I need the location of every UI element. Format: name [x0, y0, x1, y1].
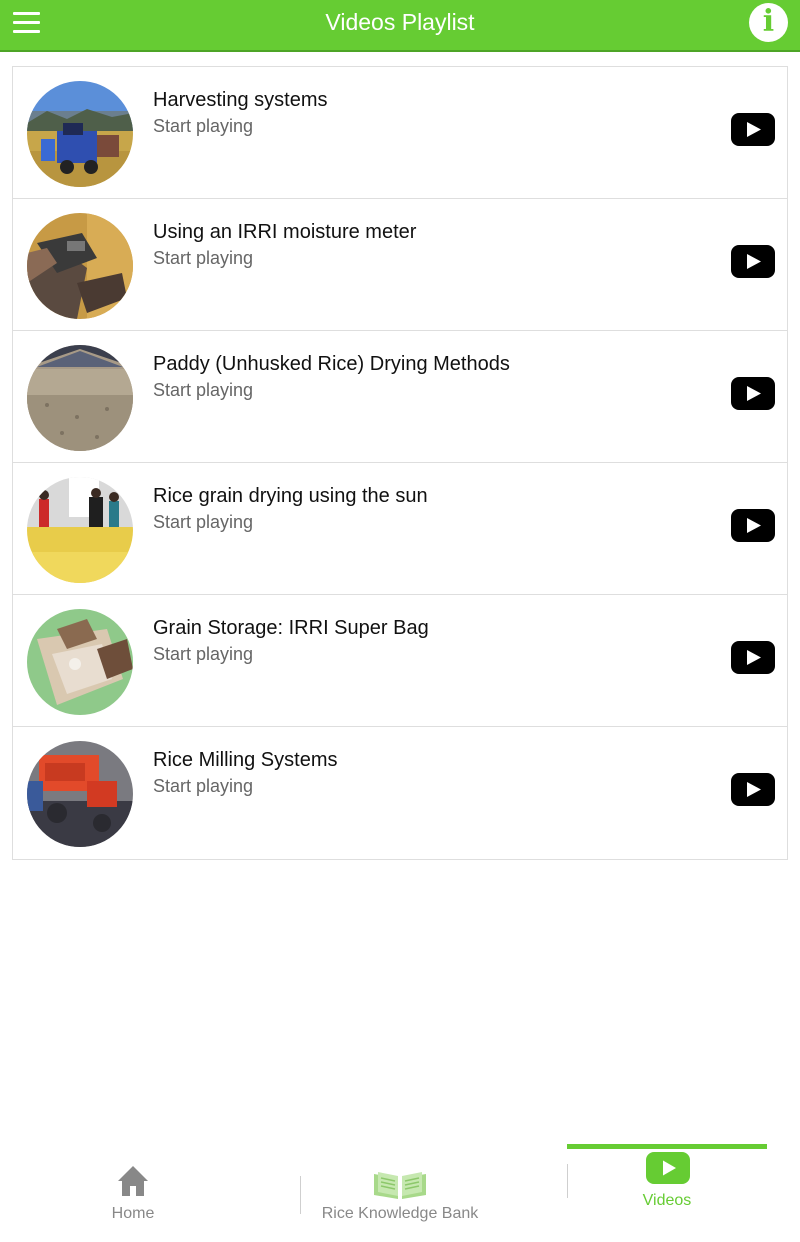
info-icon[interactable]: i — [749, 3, 788, 42]
video-thumbnail-sun-drying — [27, 477, 133, 583]
playlist-item[interactable]: Rice Milling Systems Start playing — [13, 727, 787, 859]
youtube-play-icon[interactable] — [731, 377, 775, 410]
video-title: Harvesting systems — [153, 89, 328, 111]
video-subtitle: Start playing — [153, 248, 254, 268]
tab-home[interactable]: Home — [0, 1142, 266, 1242]
open-book-icon — [374, 1172, 426, 1199]
tab-rice-knowledge-bank-label: Rice Knowledge Bank — [321, 1205, 479, 1222]
video-subtitle: Start playing — [153, 644, 254, 664]
video-subtitle: Start playing — [153, 116, 254, 136]
youtube-play-icon[interactable] — [731, 509, 775, 542]
youtube-play-icon — [646, 1152, 690, 1184]
youtube-play-icon[interactable] — [731, 113, 775, 146]
video-subtitle: Start playing — [153, 512, 254, 532]
tab-videos[interactable]: Videos — [567, 1142, 767, 1242]
video-thumbnail-paddy-grain — [27, 345, 133, 451]
video-thumbnail-rice-mill — [27, 741, 133, 847]
app-root: Videos Playlist i Harvesting systems Sta… — [0, 0, 800, 1242]
video-playlist: Harvesting systems Start playing Using a — [12, 66, 788, 860]
video-thumbnail-moisture-meter — [27, 213, 133, 319]
youtube-play-icon[interactable] — [731, 641, 775, 674]
video-title: Grain Storage: IRRI Super Bag — [153, 617, 429, 639]
playlist-item[interactable]: Using an IRRI moisture meter Start playi… — [13, 199, 787, 331]
tab-home-label: Home — [111, 1205, 155, 1222]
page-title: Videos Playlist — [325, 9, 475, 35]
playlist-item[interactable]: Harvesting systems Start playing — [13, 67, 787, 199]
youtube-play-icon[interactable] — [731, 773, 775, 806]
video-title: Rice grain drying using the sun — [153, 485, 428, 507]
home-icon — [118, 1166, 148, 1196]
tab-videos-label: Videos — [642, 1192, 692, 1209]
playlist-item[interactable]: Grain Storage: IRRI Super Bag Start play… — [13, 595, 787, 727]
video-title: Paddy (Unhusked Rice) Drying Methods — [153, 353, 510, 375]
bottom-navigation: Home Rice Knowledge Bank Videos — [0, 1142, 800, 1242]
video-thumbnail-harvester — [27, 81, 133, 187]
video-subtitle: Start playing — [153, 380, 254, 400]
video-thumbnail-super-bag — [27, 609, 133, 715]
tab-rice-knowledge-bank[interactable]: Rice Knowledge Bank — [300, 1142, 500, 1242]
top-app-bar: Videos Playlist i — [0, 0, 800, 52]
playlist-item[interactable]: Rice grain drying using the sun Start pl… — [13, 463, 787, 595]
info-glyph: i — [762, 4, 775, 39]
video-subtitle: Start playing — [153, 776, 254, 796]
video-title: Using an IRRI moisture meter — [153, 221, 417, 243]
video-title: Rice Milling Systems — [153, 749, 338, 771]
youtube-play-icon[interactable] — [731, 245, 775, 278]
playlist-item[interactable]: Paddy (Unhusked Rice) Drying Methods Sta… — [13, 331, 787, 463]
